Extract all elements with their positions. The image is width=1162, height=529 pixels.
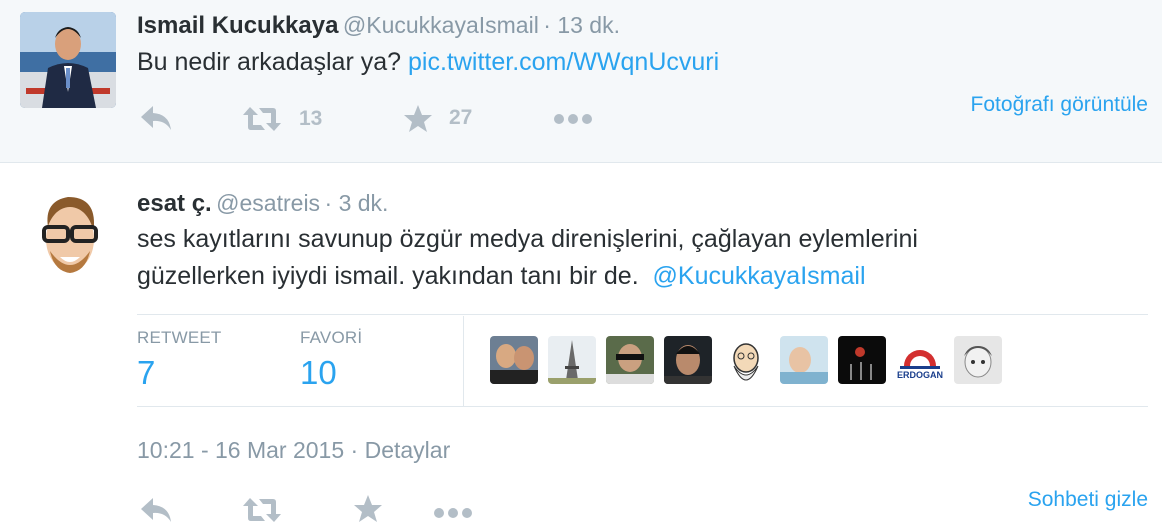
ismail-avatar[interactable] xyxy=(20,12,116,108)
star-icon xyxy=(404,104,432,132)
retweet-icon xyxy=(243,107,281,131)
tweet-timestamp: 10:21 - 16 Mar 2015 xyxy=(137,437,345,463)
mention-link[interactable]: @KucukkayaIsmail xyxy=(653,262,866,290)
more-dots-icon xyxy=(554,114,592,124)
stats-divider xyxy=(463,316,464,406)
photo-link[interactable]: pic.twitter.com/WWqnUcvuri xyxy=(408,48,719,76)
quoted-text: Bu nedir arkadaşlar ya? pic.twitter.com/… xyxy=(137,44,719,81)
favorite-button[interactable]: 27 xyxy=(403,102,472,134)
tweet-time[interactable]: · 13 dk. xyxy=(543,12,620,38)
main-header: esat ç. @esatreis · 3 dk. xyxy=(137,186,388,224)
main-retweet-button[interactable] xyxy=(243,496,281,529)
more-button[interactable] xyxy=(553,112,593,130)
favorite-stat[interactable]: FAVORİ 10 xyxy=(300,328,362,392)
hide-conversation-link[interactable]: Sohbeti gizle xyxy=(1028,488,1148,512)
tweet-text: Bu nedir arkadaşlar ya? xyxy=(137,48,402,76)
reply-button[interactable] xyxy=(139,104,175,134)
retweet-count: 13 xyxy=(299,107,323,130)
favoriter-avatar[interactable] xyxy=(722,336,770,384)
stats-bottom-divider xyxy=(137,406,1148,407)
favorite-label: FAVORİ xyxy=(300,328,363,347)
favorite-count: 27 xyxy=(449,106,473,129)
main-tweet-text: ses kayıtlarını savunup özgür medya dire… xyxy=(137,221,918,295)
more-dots-icon xyxy=(434,508,472,518)
main-reply-button[interactable] xyxy=(139,496,173,529)
details-link[interactable]: Detaylar xyxy=(365,437,451,463)
retweet-label: RETWEET xyxy=(137,328,222,347)
reply-icon xyxy=(141,106,171,130)
tweet-text-line-1: ses kayıtlarını savunup özgür medya dire… xyxy=(137,225,918,253)
tweet-timestamp-row: 10:21 - 16 Mar 2015 · Detaylar xyxy=(137,437,451,463)
stats-top-divider xyxy=(137,314,1148,315)
favoriter-avatar[interactable] xyxy=(490,336,538,384)
author-handle[interactable]: @esatreis xyxy=(216,190,320,216)
favoriter-avatar[interactable] xyxy=(664,336,712,384)
star-icon xyxy=(354,495,382,522)
author-handle[interactable]: @KucukkayaIsmail xyxy=(343,12,539,38)
esat-avatar[interactable] xyxy=(38,187,102,283)
favoriter-avatars: ERDOGAN xyxy=(490,336,1002,384)
retweet-icon xyxy=(243,498,281,522)
main-more-button[interactable] xyxy=(433,506,473,524)
retweet-button[interactable]: 13 xyxy=(243,104,322,134)
favoriter-avatar[interactable] xyxy=(954,336,1002,384)
favoriter-avatar[interactable] xyxy=(780,336,828,384)
tweet-text-line-2: güzellerken iyiydi ismail. yakından tanı… xyxy=(137,262,639,290)
tweet-time[interactable]: · 3 dk. xyxy=(325,190,389,216)
erdogan-text: ERDOGAN xyxy=(897,370,943,380)
quoted-header: Ismail Kucukkaya @KucukkayaIsmail · 13 d… xyxy=(137,8,620,46)
retweet-count: 7 xyxy=(137,354,156,391)
favoriter-avatar[interactable] xyxy=(548,336,596,384)
favoriter-avatar[interactable]: ERDOGAN xyxy=(896,336,944,384)
author-name[interactable]: esat ç. xyxy=(137,190,212,217)
author-name[interactable]: Ismail Kucukkaya xyxy=(137,12,338,39)
favorite-count: 10 xyxy=(300,354,337,391)
reply-icon xyxy=(141,498,171,522)
favoriter-avatar[interactable] xyxy=(838,336,886,384)
quoted-tweet[interactable]: Ismail Kucukkaya @KucukkayaIsmail · 13 d… xyxy=(0,0,1162,163)
main-favorite-button[interactable] xyxy=(353,494,383,528)
favoriter-avatar[interactable] xyxy=(606,336,654,384)
retweet-stat[interactable]: RETWEET 7 xyxy=(137,328,222,392)
view-photo-link[interactable]: Fotoğrafı görüntüle xyxy=(971,93,1148,117)
